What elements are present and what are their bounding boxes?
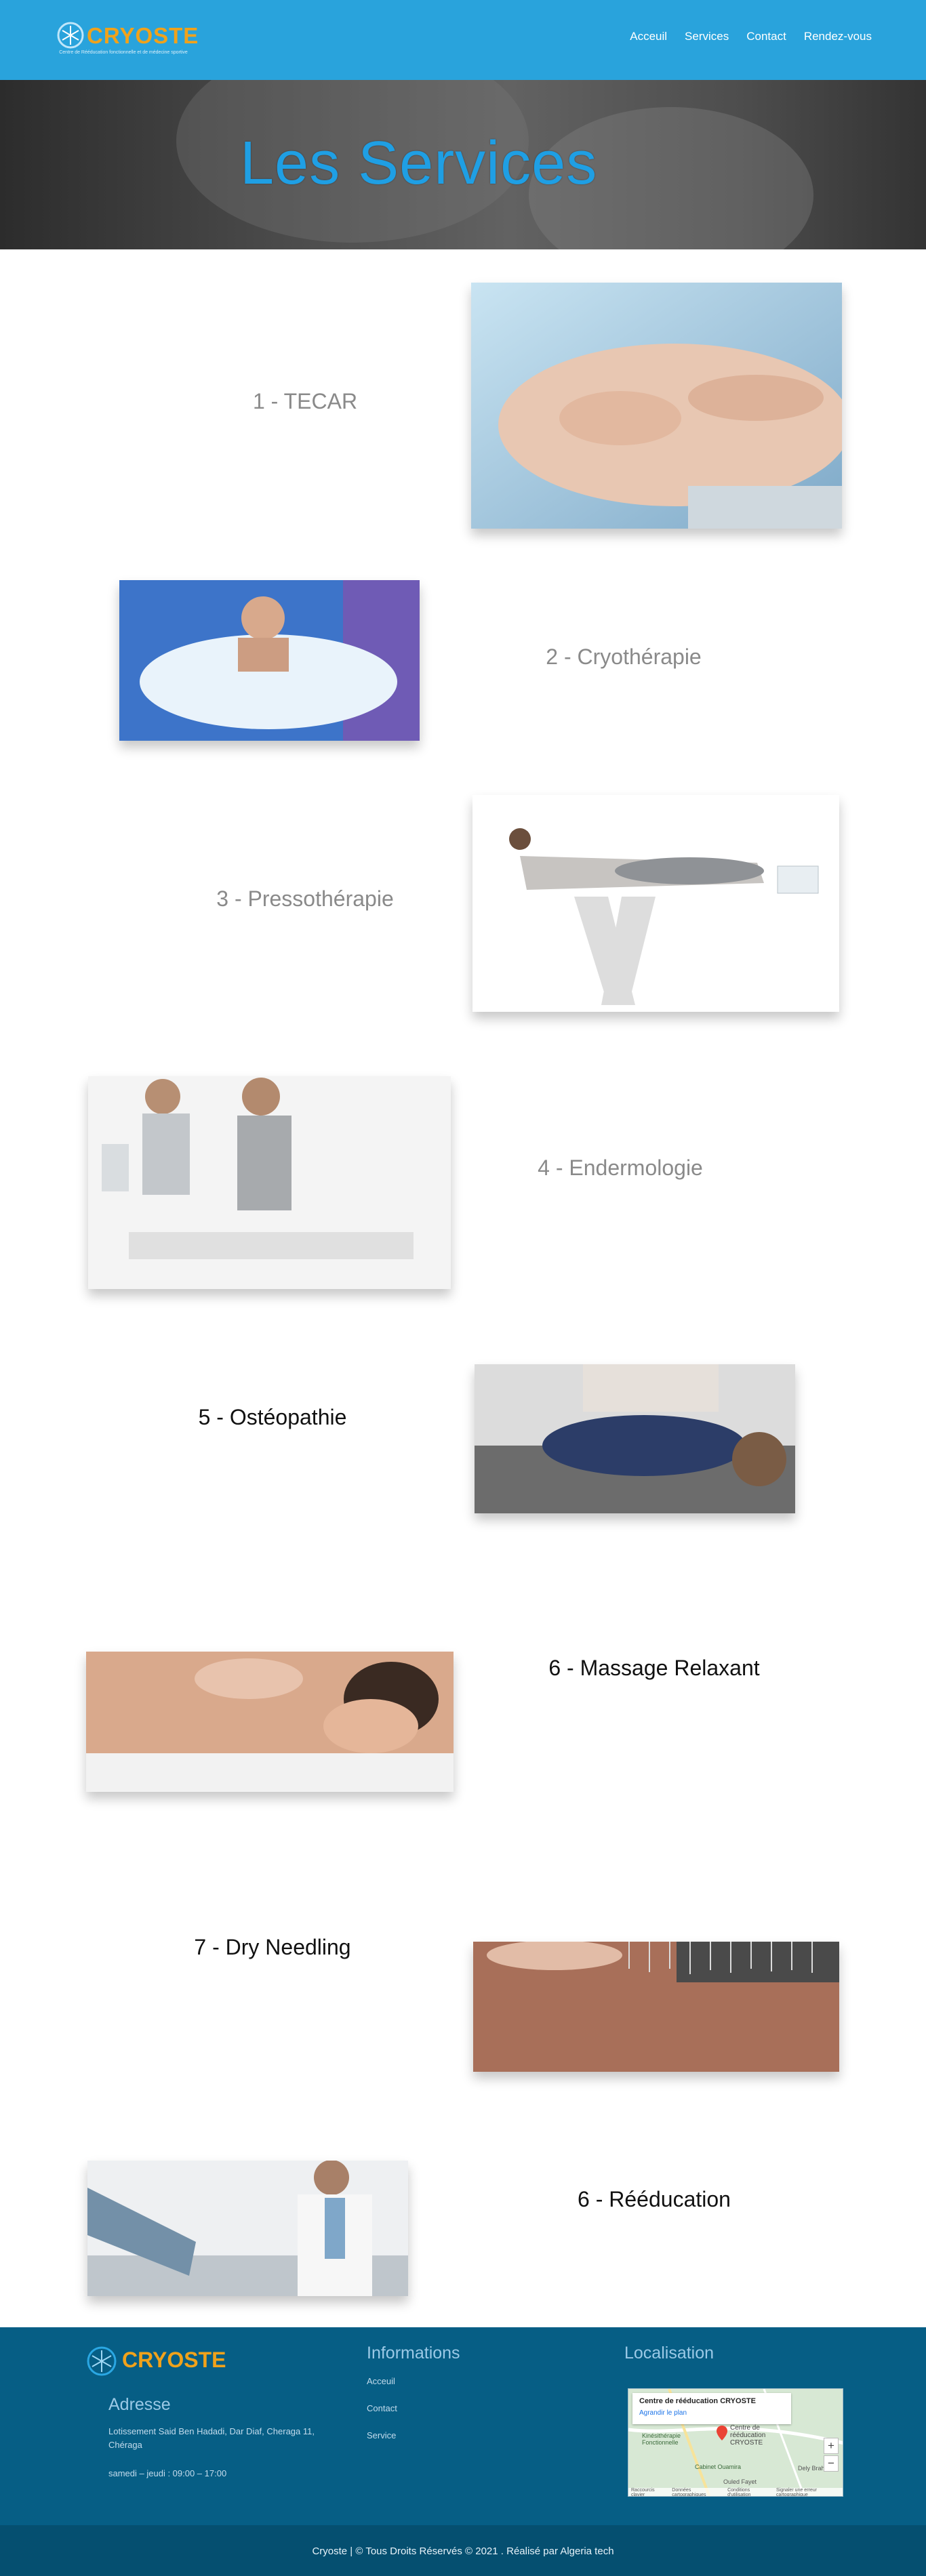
map-pin-icon[interactable]	[717, 2426, 727, 2440]
footer-hours: samedi – jeudi : 09:00 – 17:00	[108, 2468, 227, 2478]
map-pin-label: Centre de rééducation CRYOSTE	[730, 2424, 766, 2447]
service-image-tecar	[471, 283, 842, 529]
service-image-pressotherapie	[472, 795, 839, 1012]
logo-text: CRYOSTE	[87, 23, 199, 48]
service-title-dry-needling: 7 - Dry Needling	[194, 1935, 351, 1959]
service-title-cryotherapie: 2 - Cryothérapie	[546, 645, 702, 669]
service-title-tecar: 1 - TECAR	[252, 389, 358, 413]
map-attribution-bar: Raccourcis clavier Données cartographiqu…	[628, 2488, 843, 2496]
footer-link-acceuil[interactable]: Acceuil	[367, 2376, 395, 2386]
hero-banner: Les Services	[0, 80, 926, 249]
service-image-cryotherapie	[119, 580, 420, 741]
footer-link-service[interactable]: Service	[367, 2430, 396, 2440]
map-keyboard-shortcuts[interactable]: Raccourcis clavier	[631, 2488, 666, 2496]
location-map[interactable]: Centre de rééducation CRYOSTE Agrandir l…	[628, 2388, 843, 2497]
logo-tagline: Centre de Rééducation fonctionnelle et d…	[59, 50, 188, 55]
map-place-name: Centre de rééducation CRYOSTE	[639, 2397, 756, 2405]
service-image-endermologie	[88, 1076, 451, 1289]
service-title-osteopathie: 5 - Ostéopathie	[198, 1405, 347, 1429]
footer-address-heading: Adresse	[108, 2395, 171, 2414]
footer-bottom-bar: Cryoste | © Tous Droits Réservés © 2021 …	[0, 2525, 926, 2576]
map-label-ouamira: Cabinet Ouamira	[695, 2463, 742, 2470]
map-label-kine: Kinésithérapie Fonctionnelle	[642, 2432, 681, 2446]
map-zoom-out-button[interactable]: −	[824, 2455, 839, 2472]
footer-snowflake-icon	[87, 2346, 117, 2376]
map-report-error[interactable]: Signaler une erreur cartographique	[776, 2488, 843, 2496]
service-image-dry-needling	[473, 1942, 839, 2072]
map-enlarge-link[interactable]: Agrandir le plan	[639, 2409, 687, 2417]
map-terms[interactable]: Conditions d'utilisation	[727, 2488, 771, 2496]
service-title-reeducation: 6 - Rééducation	[578, 2187, 731, 2211]
nav-services[interactable]: Services	[685, 30, 729, 43]
map-data: Données cartographiques	[672, 2488, 706, 2497]
footer-localisation-heading: Localisation	[624, 2344, 714, 2363]
page: CRYOSTE Centre de Rééducation fonctionne…	[0, 0, 926, 2576]
logo-snowflake-icon	[57, 22, 84, 49]
nav-rendez-vous[interactable]: Rendez-vous	[804, 30, 872, 43]
footer-informations-heading: Informations	[367, 2344, 460, 2363]
page-title: Les Services	[240, 129, 598, 197]
footer-logo-text: CRYOSTE	[122, 2348, 226, 2372]
service-title-massage-relaxant: 6 - Massage Relaxant	[548, 1656, 760, 1680]
site-header: CRYOSTE Centre de Rééducation fonctionne…	[0, 0, 926, 80]
service-title-endermologie: 4 - Endermologie	[538, 1156, 703, 1180]
map-label-ouled-fayet: Ouled Fayet	[723, 2478, 757, 2485]
nav-acceuil[interactable]: Acceuil	[630, 30, 667, 43]
service-title-pressotherapie: 3 - Pressothérapie	[216, 886, 394, 911]
map-info-card: Centre de rééducation CRYOSTE Agrandir l…	[632, 2393, 791, 2424]
footer-link-contact[interactable]: Contact	[367, 2403, 397, 2413]
nav-contact[interactable]: Contact	[746, 30, 786, 43]
footer-address: Lotissement Said Ben Hadadi, Dar Diaf, C…	[108, 2426, 315, 2450]
main-nav: Acceuil Services Contact Rendez-vous	[630, 30, 872, 43]
map-zoom-in-button[interactable]: +	[824, 2438, 839, 2454]
service-image-massage-relaxant	[86, 1652, 454, 1792]
service-image-osteopathie	[475, 1364, 795, 1513]
service-image-reeducation	[87, 2161, 408, 2296]
site-logo[interactable]: CRYOSTE Centre de Rééducation fonctionne…	[56, 20, 198, 60]
copyright-text: Cryoste | © Tous Droits Réservés © 2021 …	[312, 2546, 614, 2557]
